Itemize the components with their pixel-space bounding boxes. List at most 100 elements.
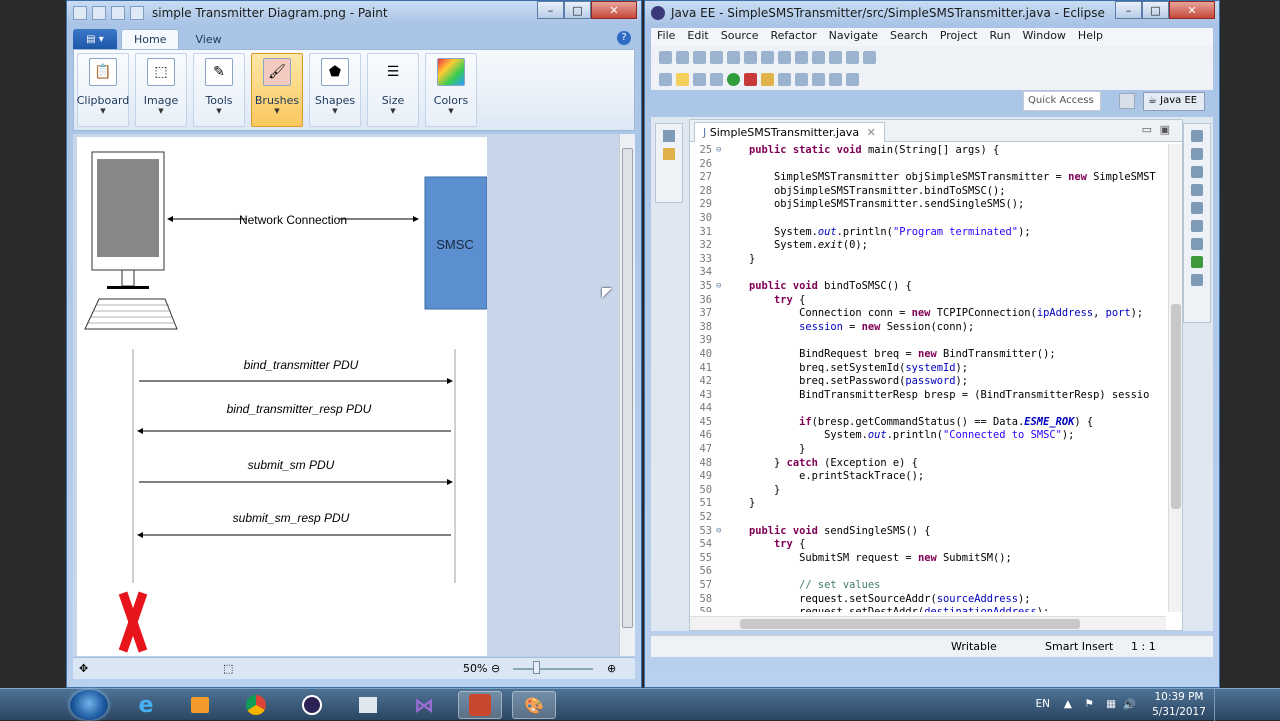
editor-horizontal-scrollbar[interactable]	[690, 616, 1166, 630]
quick-access-input[interactable]: Quick Access	[1023, 91, 1101, 111]
code-line[interactable]: 40 BindRequest breq = new BindTransmitte…	[690, 348, 1166, 362]
code-line[interactable]: 42 breq.setPassword(password);	[690, 375, 1166, 389]
code-line[interactable]: 29 objSimpleSMSTransmitter.sendSingleSMS…	[690, 198, 1166, 212]
menu-source[interactable]: Source	[715, 28, 765, 46]
code-line[interactable]: 48 } catch (Exception e) {	[690, 457, 1166, 471]
close-tab-icon[interactable]: ✕	[867, 126, 876, 139]
maximize-editor-icon[interactable]: ▣	[1160, 123, 1170, 136]
code-line[interactable]: 27 SimpleSMSTransmitter objSimpleSMSTran…	[690, 171, 1166, 185]
show-desktop-button[interactable]	[1214, 689, 1224, 721]
code-line[interactable]: 37 Connection conn = new TCPIPConnection…	[690, 307, 1166, 321]
code-line[interactable]: 53 ⊖ public void sendSingleSMS() {	[690, 525, 1166, 539]
coverage-icon[interactable]	[744, 72, 757, 86]
code-area[interactable]: 25 ⊖ public static void main(String[] arg…	[690, 144, 1166, 612]
menu-window[interactable]: Window	[1017, 28, 1072, 46]
perspective-java-ee-button[interactable]: ☕ Java EE	[1143, 92, 1205, 111]
server-icon[interactable]	[710, 50, 723, 64]
java-editor[interactable]: J SimpleSMSTransmitter.java ✕ ▭ ▣ 25 ⊖ pu…	[689, 119, 1183, 631]
menu-run[interactable]: Run	[983, 28, 1016, 46]
paint-app-icon[interactable]	[73, 6, 87, 20]
editor-vertical-scrollbar[interactable]	[1168, 144, 1182, 612]
maximize-button[interactable]: □	[564, 1, 591, 19]
save-icon[interactable]	[676, 50, 689, 64]
help-icon[interactable]: ?	[617, 31, 631, 45]
fold-toggle-icon[interactable]: ⊖	[716, 144, 724, 158]
paint-titlebar[interactable]: simple Transmitter Diagram.png - Paint –…	[67, 1, 641, 25]
code-line[interactable]: 55 SubmitSM request = new SubmitSM();	[690, 552, 1166, 566]
outline-icon[interactable]	[1191, 148, 1203, 160]
ribbon-colors[interactable]: Colors ▼	[425, 53, 477, 127]
annotation-icon[interactable]	[812, 72, 825, 86]
show-whitespace-icon[interactable]	[693, 72, 706, 86]
zoom-slider[interactable]	[533, 661, 540, 674]
code-line[interactable]: 33 }	[690, 253, 1166, 267]
menu-file[interactable]: File	[651, 28, 681, 46]
menu-help[interactable]: Help	[1072, 28, 1109, 46]
chrome-icon[interactable]	[234, 691, 278, 719]
code-line[interactable]: 51 }	[690, 497, 1166, 511]
editor-tab-simplesmstransmitter[interactable]: J SimpleSMSTransmitter.java ✕	[694, 122, 885, 142]
task-list-icon[interactable]	[1191, 166, 1203, 178]
external-tools-icon[interactable]	[863, 50, 876, 64]
code-line[interactable]: 38 session = new Session(conn);	[690, 321, 1166, 335]
zoom-out-button[interactable]: ⊖	[491, 662, 500, 675]
ribbon-clipboard[interactable]: 📋 Clipboard ▼	[77, 53, 129, 127]
suspend-icon[interactable]	[744, 50, 757, 64]
zoom-in-button[interactable]: ⊕	[607, 662, 616, 675]
back-icon[interactable]	[829, 72, 842, 86]
code-line[interactable]: 46 System.out.println("Connected to SMSC…	[690, 429, 1166, 443]
debug-resume-icon[interactable]	[727, 50, 740, 64]
package-explorer-icon[interactable]	[663, 148, 675, 160]
code-line[interactable]: 59 request.setDestAddr(destinationAddres…	[690, 606, 1166, 612]
code-line[interactable]: 49 e.printStackTrace();	[690, 470, 1166, 484]
paint-canvas[interactable]: Network Connection SMSC bind_transmitter…	[77, 137, 488, 656]
paint-file-menu-button[interactable]: ▤ ▾	[73, 29, 117, 49]
paint-vertical-scrollbar[interactable]	[619, 134, 635, 656]
remote-desktop-icon[interactable]	[346, 691, 390, 719]
fold-toggle-icon[interactable]: ⊖	[716, 280, 724, 294]
code-line[interactable]: 43 BindTransmitterResp bresp = (BindTran…	[690, 389, 1166, 403]
volume-icon[interactable]: 🔊	[1123, 698, 1136, 711]
new-icon[interactable]	[659, 50, 672, 64]
restore-icon[interactable]	[663, 130, 675, 142]
run-icon[interactable]	[727, 72, 740, 86]
minimize-button[interactable]: –	[1115, 1, 1142, 19]
pin-icon[interactable]	[659, 72, 672, 86]
code-line[interactable]: 30	[690, 212, 1166, 226]
menu-refactor[interactable]: Refactor	[765, 28, 823, 46]
eclipse-icon[interactable]	[290, 691, 334, 719]
code-line[interactable]: 50 }	[690, 484, 1166, 498]
properties-icon[interactable]	[1191, 220, 1203, 232]
ribbon-size[interactable]: ☰ Size ▼	[367, 53, 419, 127]
ribbon-brushes[interactable]: 🖌 Brushes ▼	[251, 53, 303, 127]
highlight-icon[interactable]	[676, 72, 689, 86]
restore-icon[interactable]	[1191, 184, 1203, 196]
tab-view[interactable]: View	[183, 30, 233, 49]
ribbon-shapes[interactable]: ⬟ Shapes ▼	[309, 53, 361, 127]
code-line[interactable]: 58 request.setSourceAddr(sourceAddress);	[690, 593, 1166, 607]
minimize-button[interactable]: –	[537, 1, 564, 19]
redo-icon[interactable]	[130, 6, 144, 20]
start-button[interactable]	[70, 690, 108, 720]
step-into-icon[interactable]	[778, 50, 791, 64]
debug-icon[interactable]	[710, 72, 723, 86]
code-line[interactable]: 57 // set values	[690, 579, 1166, 593]
step-return-icon[interactable]	[812, 50, 825, 64]
paint-taskbar-icon[interactable]: 🎨	[512, 691, 556, 719]
markers-icon[interactable]	[1191, 202, 1203, 214]
close-button[interactable]: ✕	[591, 1, 637, 19]
search-icon[interactable]	[795, 72, 808, 86]
undo-icon[interactable]	[111, 6, 125, 20]
code-line[interactable]: 35 ⊖ public void bindToSMSC() {	[690, 280, 1166, 294]
open-type-icon[interactable]	[778, 72, 791, 86]
show-hidden-icons[interactable]: ▲	[1064, 698, 1072, 710]
data-source-icon[interactable]	[1191, 256, 1203, 268]
eclipse-titlebar[interactable]: Java EE - SimpleSMSTransmitter/src/Simpl…	[645, 1, 1219, 25]
code-line[interactable]: 34	[690, 266, 1166, 280]
internet-explorer-icon[interactable]: e	[124, 691, 168, 719]
web-service-icon[interactable]	[829, 50, 842, 64]
forward-icon[interactable]	[846, 72, 859, 86]
code-line[interactable]: 56	[690, 565, 1166, 579]
code-line[interactable]: 54 try {	[690, 538, 1166, 552]
open-folder-icon[interactable]	[761, 72, 774, 86]
